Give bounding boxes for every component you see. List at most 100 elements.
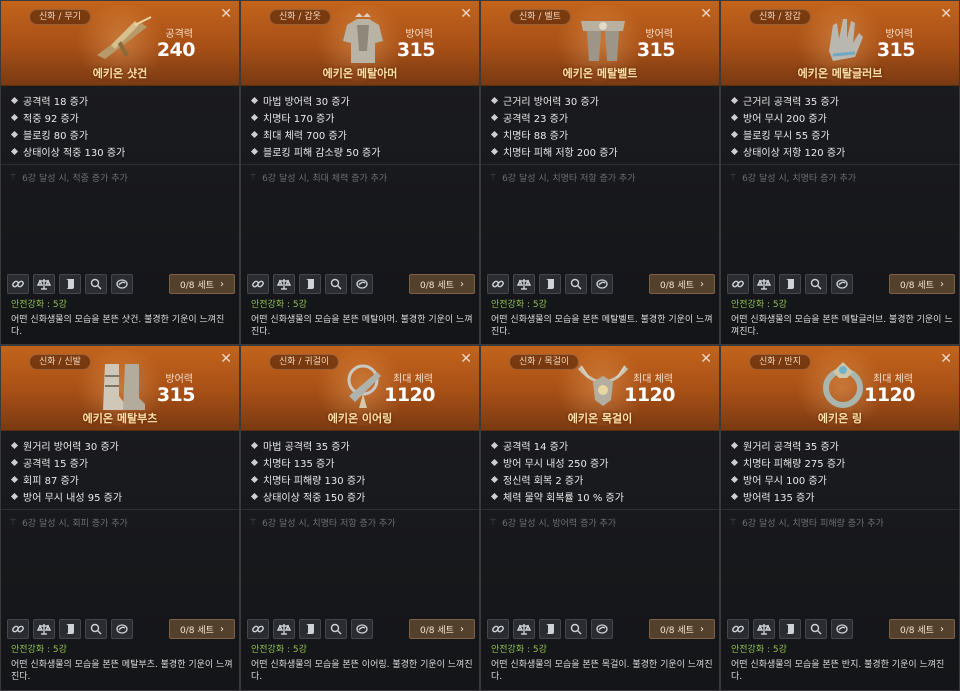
search-button[interactable] bbox=[325, 619, 347, 639]
item-card: 신화 / 귀걸이 ✕ 최대 체력 1120 에키온 이어링 마법 공격력 35 … bbox=[240, 345, 480, 691]
diamond-bullet-icon bbox=[730, 130, 739, 139]
scale-icon bbox=[277, 279, 291, 290]
category-badge: 신화 / 반지 bbox=[749, 354, 811, 370]
search-button[interactable] bbox=[565, 619, 587, 639]
compare-button[interactable] bbox=[273, 274, 295, 294]
stat-text: 마법 방어력 30 증가 bbox=[263, 97, 350, 108]
card-toolbar: 0/8 세트 › bbox=[727, 618, 955, 640]
diamond-bullet-icon bbox=[730, 96, 739, 105]
main-stat-value: 1120 bbox=[624, 384, 675, 406]
search-button[interactable] bbox=[85, 274, 107, 294]
enchant-stone-button[interactable] bbox=[831, 619, 853, 639]
diamond-bullet-icon bbox=[10, 458, 19, 467]
item-description: 어떤 신화생물의 모습을 본뜬 메탈아머. 불경한 기운이 느껴진다. bbox=[251, 315, 473, 337]
stat-text: 방어 무시 내성 95 증가 bbox=[23, 493, 123, 504]
scroll-button[interactable] bbox=[539, 274, 561, 294]
caduceus-icon: ⚚ bbox=[489, 172, 498, 183]
link-button[interactable] bbox=[727, 274, 749, 294]
scroll-button[interactable] bbox=[299, 274, 321, 294]
search-button[interactable] bbox=[565, 274, 587, 294]
scroll-button[interactable] bbox=[779, 619, 801, 639]
close-icon[interactable]: ✕ bbox=[220, 352, 232, 366]
compare-button[interactable] bbox=[33, 274, 55, 294]
search-button[interactable] bbox=[85, 619, 107, 639]
compare-button[interactable] bbox=[273, 619, 295, 639]
caduceus-icon: ⚚ bbox=[9, 172, 18, 183]
close-icon[interactable]: ✕ bbox=[460, 7, 472, 21]
set-info-button[interactable]: 0/8 세트 › bbox=[649, 619, 715, 639]
stat-list: 마법 공격력 35 증가 치명타 135 증가 치명타 피해량 130 증가 상태이상… bbox=[241, 431, 479, 510]
item-name: 에키온 샷건 bbox=[92, 67, 148, 80]
close-icon[interactable]: ✕ bbox=[700, 352, 712, 366]
set-info-button[interactable]: 0/8 세트 › bbox=[649, 274, 715, 294]
safe-enhance-label: 안전강화 : 5강 bbox=[491, 645, 547, 655]
compare-button[interactable] bbox=[753, 619, 775, 639]
scroll-button[interactable] bbox=[59, 619, 81, 639]
diamond-bullet-icon bbox=[250, 492, 259, 501]
enchant-stone-button[interactable] bbox=[591, 619, 613, 639]
link-button[interactable] bbox=[247, 274, 269, 294]
main-stat-value: 315 bbox=[876, 39, 916, 61]
card-toolbar: 0/8 세트 › bbox=[487, 273, 715, 295]
stat-row: 체력 물약 회복률 10 % 증가 bbox=[489, 488, 711, 505]
compare-button[interactable] bbox=[33, 619, 55, 639]
close-icon[interactable]: ✕ bbox=[220, 7, 232, 21]
enchant-stone-button[interactable] bbox=[351, 619, 373, 639]
set-info-button[interactable]: 0/8 세트 › bbox=[889, 274, 955, 294]
scale-icon bbox=[517, 624, 531, 635]
diamond-bullet-icon bbox=[490, 130, 499, 139]
set-info-button[interactable]: 0/8 세트 › bbox=[889, 619, 955, 639]
main-stat-label: 최대 체력 bbox=[633, 374, 673, 385]
scroll-button[interactable] bbox=[299, 619, 321, 639]
diamond-bullet-icon bbox=[730, 492, 739, 501]
stat-text: 방어 무시 내성 250 증가 bbox=[503, 459, 609, 470]
set-info-button[interactable]: 0/8 세트 › bbox=[409, 274, 475, 294]
magnifier-icon bbox=[570, 278, 582, 290]
chevron-right-icon: › bbox=[939, 278, 944, 290]
caduceus-icon: ⚚ bbox=[729, 172, 738, 183]
enchant-stone-button[interactable] bbox=[591, 274, 613, 294]
enchant-stone-button[interactable] bbox=[831, 274, 853, 294]
scale-icon bbox=[757, 624, 771, 635]
search-button[interactable] bbox=[805, 274, 827, 294]
stat-list: 원거리 방어력 30 증가 공격력 15 증가 회피 87 증가 방어 무시 내성 9… bbox=[1, 431, 239, 510]
set-info-button[interactable]: 0/8 세트 › bbox=[409, 619, 475, 639]
link-button[interactable] bbox=[7, 619, 29, 639]
compare-button[interactable] bbox=[753, 274, 775, 294]
scroll-button[interactable] bbox=[779, 274, 801, 294]
link-button[interactable] bbox=[487, 274, 509, 294]
set-info-button[interactable]: 0/8 세트 › bbox=[169, 619, 235, 639]
link-button[interactable] bbox=[247, 619, 269, 639]
scroll-button[interactable] bbox=[59, 274, 81, 294]
close-icon[interactable]: ✕ bbox=[940, 7, 952, 21]
stat-row: 치명타 170 증가 bbox=[249, 109, 471, 126]
compare-button[interactable] bbox=[513, 274, 535, 294]
scroll-button[interactable] bbox=[539, 619, 561, 639]
diamond-bullet-icon bbox=[730, 458, 739, 467]
link-button[interactable] bbox=[7, 274, 29, 294]
enchant-stone-button[interactable] bbox=[111, 619, 133, 639]
card-footer: 안전강화 : 5강 어떤 신화생물의 모습을 본뜬 반지. 불경한 기운이 느껴… bbox=[731, 644, 953, 683]
item-name: 에키온 메탈벨트 bbox=[562, 67, 638, 80]
search-button[interactable] bbox=[325, 274, 347, 294]
stat-row: 공격력 15 증가 bbox=[9, 454, 231, 471]
set-info-button[interactable]: 0/8 세트 › bbox=[169, 274, 235, 294]
close-icon[interactable]: ✕ bbox=[700, 7, 712, 21]
card-header: 신화 / 목걸이 ✕ 최대 체력 1120 에키온 목걸이 bbox=[481, 346, 719, 431]
search-button[interactable] bbox=[805, 619, 827, 639]
stat-row: 정신력 회복 2 증가 bbox=[489, 471, 711, 488]
link-button[interactable] bbox=[487, 619, 509, 639]
link-button[interactable] bbox=[727, 619, 749, 639]
item-name: 에키온 메탈아머 bbox=[322, 67, 398, 80]
enchant-stone-button[interactable] bbox=[351, 274, 373, 294]
close-icon[interactable]: ✕ bbox=[940, 352, 952, 366]
stat-row: 방어 무시 내성 95 증가 bbox=[9, 488, 231, 505]
diamond-bullet-icon bbox=[490, 441, 499, 450]
item-card: 신화 / 목걸이 ✕ 최대 체력 1120 에키온 목걸이 공격력 14 증가 방… bbox=[480, 345, 720, 691]
chevron-right-icon: › bbox=[219, 278, 224, 290]
compare-button[interactable] bbox=[513, 619, 535, 639]
scroll-icon bbox=[786, 279, 794, 289]
close-icon[interactable]: ✕ bbox=[460, 352, 472, 366]
enchant-stone-button[interactable] bbox=[111, 274, 133, 294]
diamond-bullet-icon bbox=[250, 475, 259, 484]
